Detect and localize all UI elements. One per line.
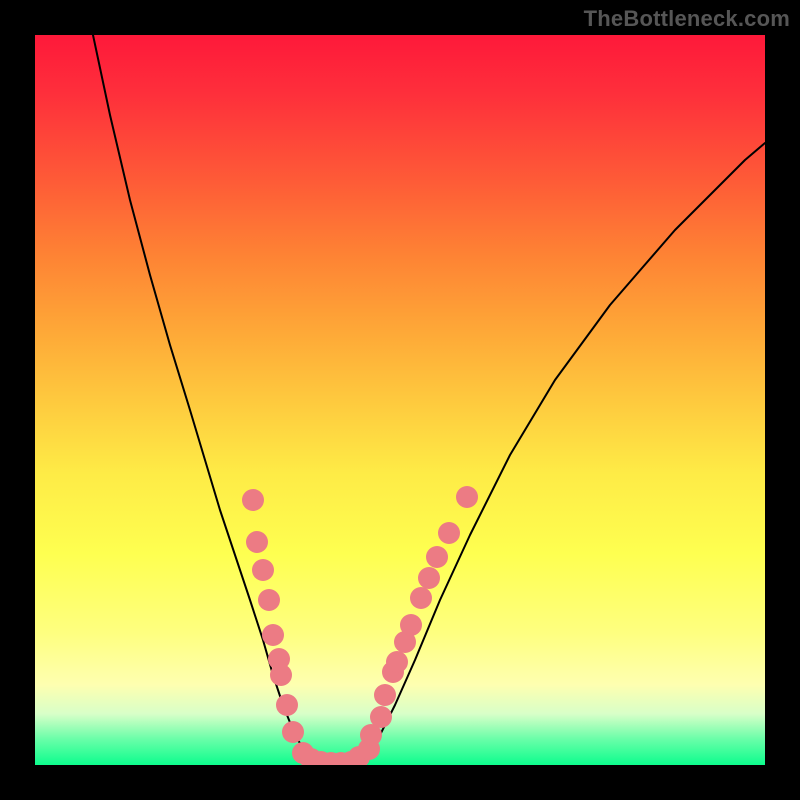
data-point [252,559,274,581]
data-point [426,546,448,568]
watermark-text: TheBottleneck.com [584,6,790,32]
bottleneck-curve [93,35,765,763]
data-point [456,486,478,508]
data-point [386,651,408,673]
plot-area [35,35,765,765]
chart-container: TheBottleneck.com [0,0,800,800]
data-point [282,721,304,743]
data-point [246,531,268,553]
data-point [400,614,422,636]
data-point [370,706,392,728]
data-point [258,589,280,611]
scatter-points [242,486,478,765]
data-point [262,624,284,646]
data-point [438,522,460,544]
data-point [276,694,298,716]
data-point [270,664,292,686]
curve-svg [35,35,765,765]
data-point [418,567,440,589]
data-point [374,684,396,706]
curve-lines [93,35,765,763]
data-point [242,489,264,511]
data-point [410,587,432,609]
